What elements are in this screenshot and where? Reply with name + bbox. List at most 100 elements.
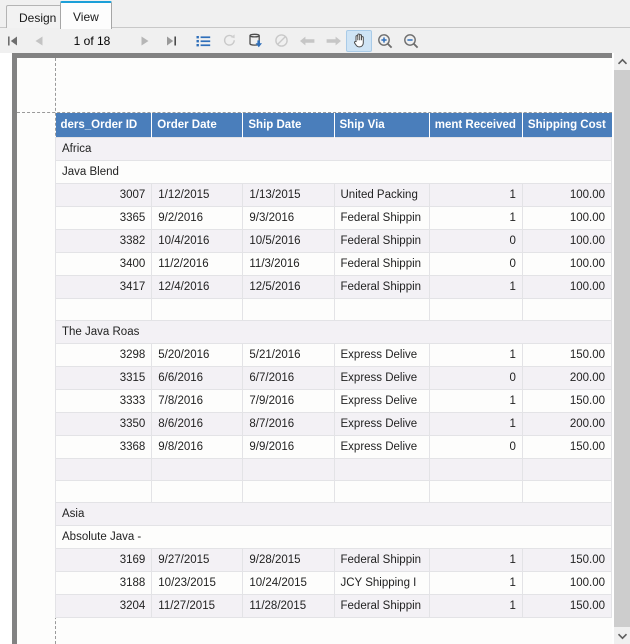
- cell-shipping-cost: 200.00: [521, 411, 612, 436]
- cell-shipping-cost: 100.00: [521, 251, 612, 276]
- page-indicator[interactable]: 1 of 18: [52, 34, 132, 48]
- table-body: Africa Java Blend 3007 1/12/2015 1/13/2015 Un…: [54, 136, 612, 618]
- cell-shipping-cost: 100.00: [521, 274, 612, 299]
- cell-order-date: 8/6/2016: [151, 411, 244, 436]
- cell-payment-received: 0: [428, 228, 523, 253]
- table-row[interactable]: 3298 5/20/2016 5/21/2016 Express Delive 1 150…: [54, 342, 612, 367]
- cancel-icon: [274, 34, 288, 47]
- table-row[interactable]: 3188 10/23/2015 10/24/2015 JCY Shipping I11…: [54, 570, 612, 595]
- spacer-cell: [428, 479, 523, 503]
- table-row[interactable]: 3333 7/8/2016 7/9/2016 Express Delive 1 150.0…: [54, 388, 612, 413]
- stop-button[interactable]: [268, 30, 294, 52]
- previous-page-button[interactable]: [26, 30, 52, 52]
- group-header-row-level-2[interactable]: Java Blend: [55, 159, 612, 184]
- cell-payment-received: 0: [428, 251, 523, 276]
- export-button[interactable]: [242, 30, 268, 52]
- cell-ship-date: 11/3/2016: [242, 251, 335, 276]
- tab-design-label: Design: [19, 11, 57, 25]
- scroll-down-button[interactable]: [614, 627, 630, 644]
- cell-ship-via: Federal Shippin: [333, 205, 430, 230]
- table-row[interactable]: 3382 10/4/2016 10/5/2016 Federal Shippin 0 10…: [54, 228, 612, 253]
- column-header-ship-via[interactable]: Ship Via: [334, 113, 430, 137]
- arrow-right-icon: [326, 36, 341, 45]
- scroll-up-button[interactable]: [614, 53, 630, 70]
- table-row[interactable]: 3007 1/12/2015 1/13/2015 United Packing 1 100…: [54, 182, 612, 207]
- spacer-cell: [521, 297, 612, 321]
- column-header-order-date[interactable]: Order Date: [151, 113, 244, 137]
- next-page-button[interactable]: [132, 30, 158, 52]
- cell-payment-received: 1: [428, 547, 523, 572]
- table-row[interactable]: 3365 9/2/2016 9/3/2016 Federal Shippin 1 100.…: [54, 205, 612, 230]
- group-label: The Java Roas: [55, 319, 612, 344]
- cell-order-id: 3417: [54, 274, 153, 299]
- cell-order-id: 3298: [54, 342, 153, 367]
- column-header-order-id[interactable]: ders_Order ID: [55, 113, 153, 137]
- spacer-cell: [54, 479, 153, 503]
- table-row[interactable]: 3315 6/6/2016 6/7/2016 Express Delive 0 200.0…: [54, 365, 612, 390]
- table-row[interactable]: 3417 12/4/2016 12/5/2016 Federal Shippin 1 10…: [54, 274, 612, 299]
- chevron-up-icon: [617, 58, 628, 64]
- cell-order-id: 3382: [54, 228, 153, 253]
- table-row[interactable]: 3368 9/8/2016 9/9/2016 Express Delive 0 150.0…: [54, 434, 612, 459]
- column-header-ship-date[interactable]: Ship Date: [242, 113, 335, 137]
- cell-ship-via: Express Delive: [333, 411, 430, 436]
- table-row[interactable]: 3204 11/27/2015 11/28/2015 Federal Shippin 1…: [54, 593, 612, 618]
- report-table-container: ders_Order ID Order Date Ship Date Ship …: [54, 113, 612, 618]
- cell-ship-via: JCY Shipping I: [333, 570, 430, 595]
- group-label: Africa: [55, 136, 612, 161]
- scroll-track[interactable]: [614, 70, 630, 627]
- report-viewer-window: Design View 1 of 18 ders_Order ID Order …: [0, 0, 630, 644]
- group-header-row-level-2[interactable]: The Java Roas: [55, 319, 612, 344]
- cell-order-date: 11/27/2015: [151, 593, 244, 618]
- cell-ship-date: 7/9/2016: [242, 388, 335, 413]
- table-header: ders_Order ID Order Date Ship Date Ship …: [55, 113, 612, 137]
- spacer-cell: [54, 297, 153, 321]
- cell-order-date: 11/2/2016: [151, 251, 244, 276]
- list-icon: [196, 35, 210, 46]
- spacer-cell: [54, 457, 153, 481]
- first-page-button[interactable]: [0, 30, 26, 52]
- cell-ship-date: 10/5/2016: [242, 228, 335, 253]
- spacer-cell: [151, 479, 244, 503]
- column-header-payment-received[interactable]: ment Received: [429, 113, 523, 137]
- cell-payment-received: 1: [428, 593, 523, 618]
- pan-tool-button[interactable]: [346, 29, 372, 52]
- cell-order-id: 3368: [54, 434, 153, 459]
- table-row[interactable]: 3169 9/27/2015 9/28/2015 Federal Shippin 1 15…: [54, 547, 612, 572]
- spacer-cell: [333, 297, 430, 321]
- refresh-button[interactable]: [216, 30, 242, 52]
- column-header-shipping-cost[interactable]: Shipping Cost: [522, 113, 612, 137]
- table-row[interactable]: 3350 8/6/2016 8/7/2016 Express Delive 1 200.0…: [54, 411, 612, 436]
- arrow-left-icon: [299, 36, 314, 45]
- zoom-out-button[interactable]: [398, 30, 424, 52]
- cell-payment-received: 1: [428, 411, 523, 436]
- tab-view[interactable]: View: [60, 1, 112, 29]
- table-of-contents-button[interactable]: [190, 30, 216, 52]
- spacer-row: [54, 457, 612, 481]
- cell-ship-via: Express Delive: [333, 434, 430, 459]
- cell-ship-via: Express Delive: [333, 342, 430, 367]
- group-header-row-level-1[interactable]: Africa: [55, 136, 612, 161]
- cell-ship-via: Federal Shippin: [333, 274, 430, 299]
- spacer-cell: [428, 457, 523, 481]
- cell-ship-date: 10/24/2015: [242, 570, 335, 595]
- table-row[interactable]: 3400 11/2/2016 11/3/2016 Federal Shippin 0 10…: [54, 251, 612, 276]
- cell-ship-date: 9/3/2016: [242, 205, 335, 230]
- last-page-button[interactable]: [158, 30, 184, 52]
- zoom-in-button[interactable]: [372, 30, 398, 52]
- vertical-scrollbar[interactable]: [613, 53, 630, 644]
- cell-ship-via: United Packing: [333, 182, 430, 207]
- cell-ship-via: Federal Shippin: [333, 547, 430, 572]
- back-button[interactable]: [294, 30, 320, 52]
- refresh-icon: [223, 34, 235, 46]
- tab-strip: Design View: [0, 0, 630, 29]
- cell-order-date: 10/23/2015: [151, 570, 244, 595]
- cell-ship-date: 6/7/2016: [242, 365, 335, 390]
- zoom-in-icon: [378, 33, 393, 48]
- group-header-row-level-1[interactable]: Asia: [55, 501, 612, 526]
- first-page-icon: [8, 36, 17, 45]
- viewer-toolbar: 1 of 18: [0, 28, 630, 53]
- cell-order-id: 3315: [54, 365, 153, 390]
- group-header-row-level-2[interactable]: Absolute Java -: [55, 524, 612, 549]
- forward-button[interactable]: [320, 30, 346, 52]
